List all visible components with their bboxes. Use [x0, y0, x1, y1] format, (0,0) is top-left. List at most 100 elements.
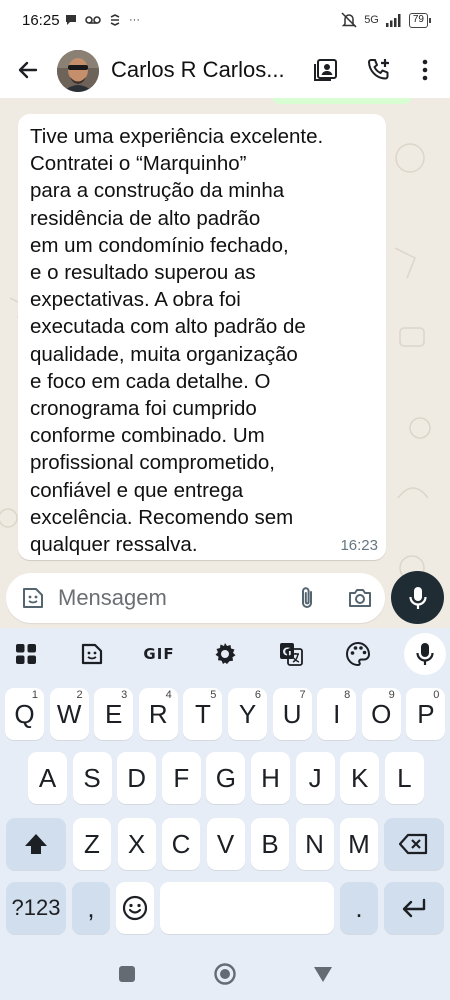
key-c[interactable]: C [162, 818, 200, 870]
symbols-key[interactable]: ?123 [6, 882, 66, 934]
space-key[interactable] [160, 882, 334, 934]
palette-icon[interactable] [344, 640, 372, 668]
key-u[interactable]: U7 [272, 688, 312, 740]
sticker-icon[interactable] [78, 640, 106, 668]
key-hint: 2 [76, 689, 83, 701]
message-line: confiável e que entrega [30, 478, 244, 502]
key-hint: 1 [31, 689, 38, 701]
key-hint: 4 [165, 689, 172, 701]
message-line: expectativas. A obra foi [30, 288, 241, 312]
keyboard-toolbar: GIF G [0, 628, 450, 680]
recents-square-icon[interactable] [115, 962, 139, 986]
key-label: Y [238, 698, 257, 729]
backspace-icon [399, 833, 428, 855]
key-hint: 5 [210, 689, 217, 701]
key-k[interactable]: K [340, 752, 380, 804]
status-icons-left: ··· [64, 13, 140, 27]
previous-outgoing-bubble [272, 98, 412, 104]
translate-icon[interactable]: G [277, 640, 305, 668]
key-hint: 9 [388, 689, 395, 701]
key-z[interactable]: Z [73, 818, 111, 870]
key-label: M [348, 828, 370, 859]
back-arrow-icon[interactable] [14, 56, 42, 84]
key-label: J [308, 762, 322, 793]
emoji-key[interactable] [116, 882, 154, 934]
key-r[interactable]: R4 [138, 688, 178, 740]
message-line: Tive uma experiência excelente. [30, 125, 324, 148]
key-e[interactable]: E3 [94, 688, 134, 740]
key-label: B [261, 828, 279, 859]
key-label: I [333, 698, 341, 729]
mic-icon [416, 643, 434, 665]
key-l[interactable]: L [384, 752, 424, 804]
key-n[interactable]: N [295, 818, 334, 870]
apps-grid-icon[interactable] [12, 640, 40, 668]
emoji-icon [122, 895, 148, 921]
contact-name[interactable]: Carlos R Carlos... [111, 57, 301, 83]
key-y[interactable]: Y6 [228, 688, 267, 740]
attach-icon[interactable] [294, 584, 322, 612]
key-b[interactable]: B [251, 818, 289, 870]
enter-key[interactable] [384, 882, 444, 934]
sticker-icon[interactable] [20, 585, 46, 611]
avatar[interactable] [57, 50, 99, 92]
network-type: 5G [364, 14, 379, 26]
backspace-key[interactable] [384, 818, 444, 870]
period-key[interactable]: . [340, 882, 378, 934]
key-label: N [305, 828, 324, 859]
chat-area[interactable]: Tive uma experiência excelente. Contrate… [0, 98, 450, 628]
key-hint: 6 [254, 689, 261, 701]
battery-icon: 79 [408, 12, 432, 28]
settings-gear-icon[interactable] [211, 640, 239, 668]
alarm-off-icon [341, 12, 357, 28]
add-call-icon[interactable] [365, 56, 393, 84]
status-bar: 16:25 ··· 5G 79 [0, 0, 450, 44]
message-line: cronograma foi cumprido [30, 397, 257, 421]
message-composer [6, 573, 385, 623]
message-bubble[interactable]: Tive uma experiência excelente. Contrate… [18, 114, 386, 560]
key-x[interactable]: X [117, 818, 156, 870]
contact-card-icon[interactable] [313, 56, 341, 84]
key-label: T [194, 698, 211, 729]
more-vert-icon[interactable] [411, 56, 439, 84]
key-w[interactable]: W2 [49, 688, 89, 740]
voice-message-button[interactable] [391, 571, 444, 624]
key-d[interactable]: D [117, 752, 157, 804]
key-o[interactable]: O9 [361, 688, 401, 740]
key-m[interactable]: M [340, 818, 378, 870]
key-g[interactable]: G [206, 752, 246, 804]
key-j[interactable]: J [295, 752, 335, 804]
sync-icon [110, 14, 120, 26]
home-circle-icon[interactable] [213, 962, 237, 986]
shift-key[interactable] [6, 818, 66, 870]
key-label: X [127, 828, 146, 859]
comma-key[interactable]: , [72, 882, 110, 934]
key-hint: 0 [433, 689, 440, 701]
key-v[interactable]: V [206, 818, 245, 870]
voicemail-icon [85, 16, 101, 24]
key-s[interactable]: S [72, 752, 112, 804]
key-i[interactable]: I8 [317, 688, 357, 740]
back-triangle-icon[interactable] [311, 962, 335, 986]
key-label: U [282, 698, 302, 729]
key-label: Z [84, 828, 100, 859]
key-q[interactable]: Q1 [5, 688, 44, 740]
key-t[interactable]: T5 [183, 688, 223, 740]
message-line: executada com alto padrão de [30, 315, 306, 339]
key-f[interactable]: F [161, 752, 201, 804]
camera-icon[interactable] [346, 584, 374, 612]
key-label: O [371, 698, 392, 729]
chat-notification-icon [66, 15, 76, 25]
message-line: excelência. Recomendo sem [30, 505, 294, 529]
key-label: S [83, 762, 101, 793]
key-label: C [171, 828, 191, 859]
key-h[interactable]: H [251, 752, 290, 804]
key-p[interactable]: P0 [406, 688, 446, 740]
signal-icon [385, 14, 401, 27]
key-a[interactable]: A [28, 752, 67, 804]
key-label: H [261, 762, 280, 793]
message-input[interactable] [58, 583, 278, 613]
gif-icon[interactable]: GIF [143, 640, 175, 668]
keyboard-mic-button[interactable] [404, 633, 446, 675]
key-hint: 8 [344, 689, 351, 701]
